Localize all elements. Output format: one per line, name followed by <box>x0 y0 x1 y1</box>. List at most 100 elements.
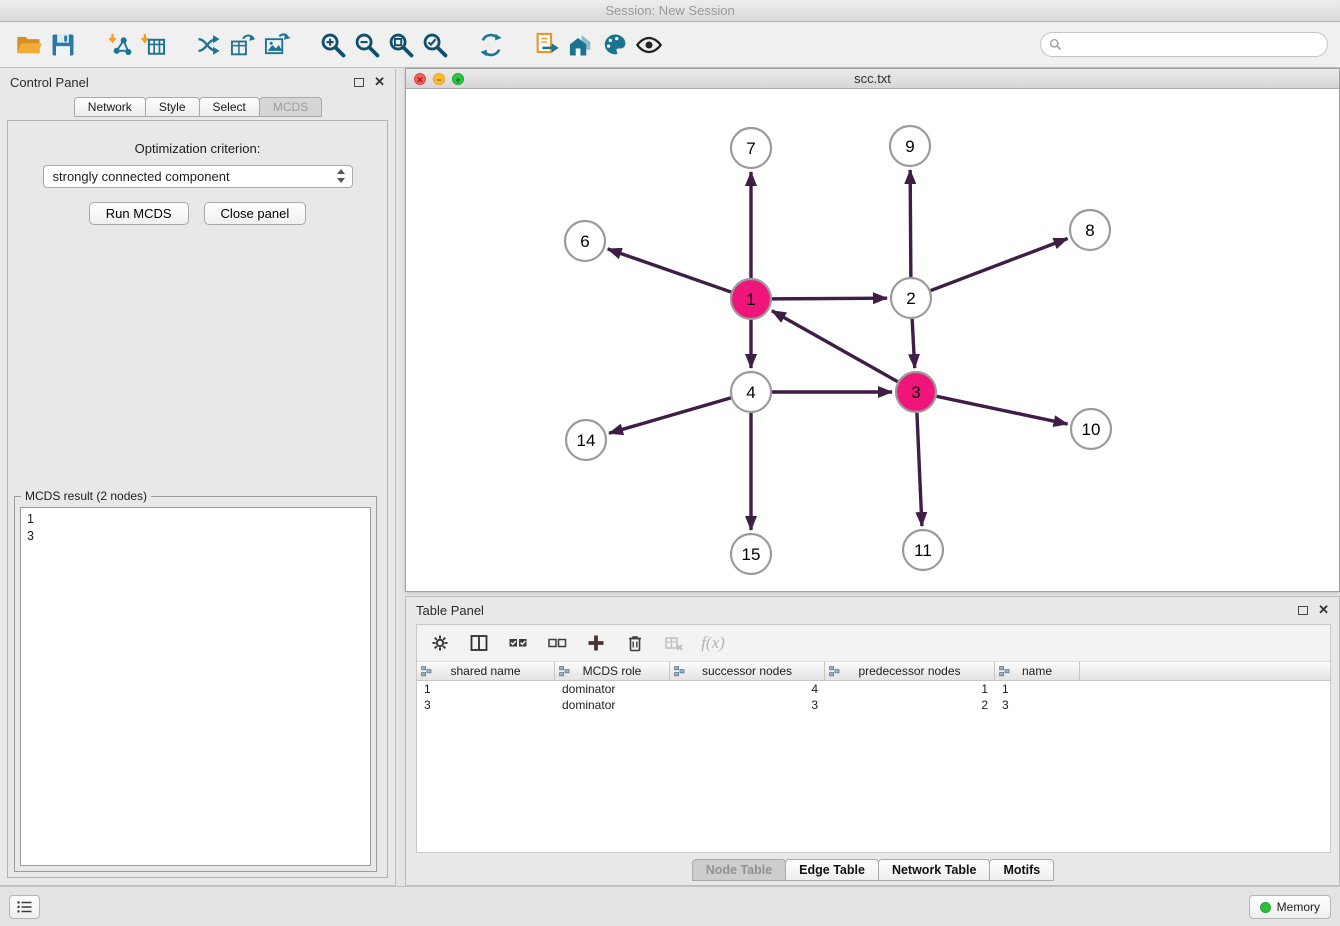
show-hide-panel-button[interactable] <box>632 28 666 62</box>
status-bar: Memory <box>0 886 1340 926</box>
minimize-window-icon[interactable]: − <box>433 73 445 85</box>
graph-edge-3-11[interactable] <box>917 413 922 526</box>
window-titlebar[interactable]: Session: New Session <box>0 0 1340 22</box>
optimization-criterion-select[interactable]: strongly connected component <box>43 165 353 188</box>
tab-motifs[interactable]: Motifs <box>989 859 1054 881</box>
show-panel-list-button[interactable] <box>9 895 40 919</box>
unselect-all-columns-button[interactable] <box>546 632 568 654</box>
run-mcds-button[interactable]: Run MCDS <box>89 202 189 225</box>
delete-columns-button[interactable] <box>624 632 646 654</box>
memory-label: Memory <box>1277 900 1320 914</box>
table-row[interactable]: 1dominator411 <box>417 681 1330 697</box>
eye-icon <box>635 31 663 59</box>
cell[interactable]: 3 <box>417 697 555 713</box>
import-table-icon <box>139 31 167 59</box>
select-all-columns-button[interactable] <box>507 632 529 654</box>
cell[interactable]: dominator <box>555 697 670 713</box>
zoom-out-icon <box>353 31 381 59</box>
folder-open-icon <box>15 31 43 59</box>
close-panel-button[interactable]: Close panel <box>204 202 307 225</box>
network-window-titlebar[interactable]: ✕ − + scc.txt <box>406 69 1339 89</box>
graph-edge-3-1[interactable] <box>772 311 898 382</box>
graph-node-label: 11 <box>914 541 932 560</box>
tab-network[interactable]: Network <box>74 97 146 117</box>
save-session-button[interactable] <box>46 28 80 62</box>
table-header-row: shared nameMCDS rolesuccessor nodesprede… <box>417 662 1330 681</box>
float-panel-icon[interactable] <box>354 78 364 87</box>
network-canvas[interactable]: 7968124314101511 <box>406 89 1339 591</box>
column-header-name[interactable]: name <box>995 662 1080 680</box>
search-input[interactable] <box>1067 38 1319 52</box>
close-panel-icon[interactable]: ✕ <box>374 77 385 87</box>
export-image-icon <box>263 31 291 59</box>
column-header-successor-nodes[interactable]: successor nodes <box>670 662 825 680</box>
float-table-panel-icon[interactable] <box>1298 606 1308 615</box>
column-header-shared-name[interactable]: shared name <box>417 662 555 680</box>
dropdown-stepper-icon <box>337 169 346 185</box>
column-header-predecessor-nodes[interactable]: predecessor nodes <box>825 662 995 680</box>
search-field[interactable] <box>1040 32 1328 57</box>
tab-node-table[interactable]: Node Table <box>692 859 786 881</box>
import-network-button[interactable] <box>102 28 136 62</box>
export-image-button[interactable] <box>260 28 294 62</box>
unchecked-boxes-icon <box>547 633 567 653</box>
home-button[interactable] <box>564 28 598 62</box>
tab-edge-table[interactable]: Edge Table <box>785 859 879 881</box>
zoom-in-button[interactable] <box>316 28 350 62</box>
zoom-out-button[interactable] <box>350 28 384 62</box>
close-window-icon[interactable]: ✕ <box>414 73 426 85</box>
mcds-result-text[interactable]: 1 3 <box>20 507 371 866</box>
cell[interactable]: 1 <box>995 681 1080 697</box>
graph-edge-2-8[interactable] <box>931 239 1068 291</box>
graph-edge-2-3[interactable] <box>912 319 915 368</box>
tab-network-table[interactable]: Network Table <box>878 859 991 881</box>
create-column-button[interactable] <box>585 632 607 654</box>
refresh-icon <box>477 31 505 59</box>
cell[interactable]: 4 <box>670 681 825 697</box>
graph-edge-1-6[interactable] <box>608 249 732 292</box>
export-table-button[interactable] <box>226 28 260 62</box>
cell[interactable]: 2 <box>825 697 995 713</box>
refresh-network-button[interactable] <box>474 28 508 62</box>
export-network-icon <box>195 31 223 59</box>
show-columns-button[interactable] <box>468 632 490 654</box>
cell[interactable]: 3 <box>995 697 1080 713</box>
graph-node-label: 10 <box>1082 420 1101 439</box>
graph-edge-4-14[interactable] <box>609 398 731 433</box>
control-panel-title: Control Panel <box>10 75 89 90</box>
tab-mcds[interactable]: MCDS <box>259 97 322 117</box>
table-panel-title: Table Panel <box>416 603 484 618</box>
home-icon <box>567 31 595 59</box>
graph-edge-1-2[interactable] <box>772 298 887 299</box>
delete-table-button[interactable] <box>663 632 685 654</box>
graph-edge-2-9[interactable] <box>910 170 911 277</box>
cell[interactable]: 1 <box>417 681 555 697</box>
function-builder-button[interactable]: f(x) <box>702 632 724 654</box>
table-row[interactable]: 3dominator323 <box>417 697 1330 713</box>
zoom-selected-button[interactable] <box>418 28 452 62</box>
zoom-fit-button[interactable] <box>384 28 418 62</box>
floppy-save-icon <box>49 31 77 59</box>
export-network-button[interactable] <box>192 28 226 62</box>
cell[interactable]: 3 <box>670 697 825 713</box>
import-table-button[interactable] <box>136 28 170 62</box>
graph-edge-3-10[interactable] <box>937 396 1068 424</box>
tab-select[interactable]: Select <box>199 97 260 117</box>
export-table-icon <box>229 31 257 59</box>
node-table-container: f(x) shared nameMCDS rolesuccessor nodes… <box>416 624 1331 853</box>
graph-node-label: 14 <box>577 431 596 450</box>
tab-style[interactable]: Style <box>145 97 200 117</box>
cell[interactable]: 1 <box>825 681 995 697</box>
close-table-panel-icon[interactable]: ✕ <box>1318 605 1329 615</box>
column-header-MCDS-role[interactable]: MCDS role <box>555 662 670 680</box>
cell[interactable]: dominator <box>555 681 670 697</box>
open-session-button[interactable] <box>12 28 46 62</box>
table-options-button[interactable] <box>429 632 451 654</box>
apply-style-button[interactable] <box>598 28 632 62</box>
table-panel: Table Panel ✕ <box>405 596 1340 886</box>
import-network-icon <box>105 31 133 59</box>
network-from-selection-button[interactable] <box>530 28 564 62</box>
memory-button[interactable]: Memory <box>1249 895 1331 919</box>
zoom-window-icon[interactable]: + <box>452 73 464 85</box>
zoom-fit-icon <box>387 31 415 59</box>
